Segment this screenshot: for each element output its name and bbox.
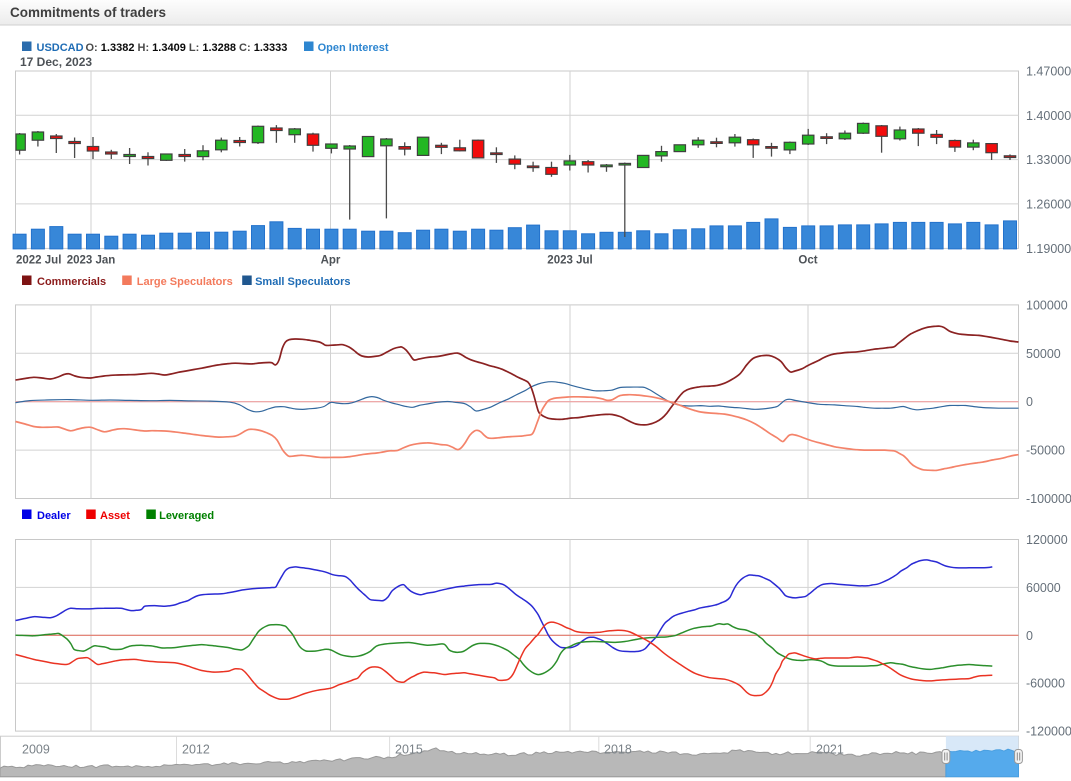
svg-text:0: 0 [1026, 395, 1033, 409]
svg-text:2018: 2018 [604, 743, 632, 757]
svg-text:1.19000: 1.19000 [1026, 242, 1071, 256]
svg-text:50000: 50000 [1026, 347, 1061, 361]
svg-text:1.40000: 1.40000 [1026, 109, 1071, 123]
svg-text:Apr: Apr [321, 255, 341, 267]
svg-text:120000: 120000 [1026, 533, 1068, 547]
svg-text:Dealer: Dealer [37, 510, 71, 522]
svg-text:Asset: Asset [100, 510, 130, 522]
svg-text:-50000: -50000 [1026, 444, 1065, 458]
svg-text:Large Speculators: Large Speculators [137, 276, 233, 288]
svg-text:100000: 100000 [1026, 298, 1068, 312]
svg-text:O: 1.3382 H: 1.3409 L: 1.3288: O: 1.3382 H: 1.3409 L: 1.3288 C: 1.3333 [86, 42, 288, 54]
svg-text:2023 Jan: 2023 Jan [67, 255, 116, 267]
svg-text:Small Speculators: Small Speculators [255, 276, 350, 288]
svg-text:1.47000: 1.47000 [1026, 65, 1071, 79]
svg-text:2023 Jul: 2023 Jul [547, 255, 592, 267]
svg-text:-120000: -120000 [1026, 725, 1071, 739]
svg-text:Commitments of traders: Commitments of traders [10, 5, 166, 20]
svg-text:0: 0 [1026, 629, 1033, 643]
svg-text:17 Dec, 2023: 17 Dec, 2023 [20, 55, 92, 69]
svg-text:Oct: Oct [798, 255, 817, 267]
svg-text:2021: 2021 [816, 743, 844, 757]
svg-text:2015: 2015 [395, 743, 423, 757]
svg-text:2012: 2012 [182, 743, 210, 757]
svg-text:Open Interest: Open Interest [318, 42, 389, 54]
svg-text:Commercials: Commercials [37, 276, 106, 288]
svg-text:USDCAD: USDCAD [37, 42, 84, 54]
svg-text:1.26000: 1.26000 [1026, 197, 1071, 211]
svg-text:-60000: -60000 [1026, 677, 1065, 691]
svg-text:2009: 2009 [22, 743, 50, 757]
svg-text:Leveraged: Leveraged [159, 510, 214, 522]
svg-text:60000: 60000 [1026, 581, 1061, 595]
svg-text:1.33000: 1.33000 [1026, 153, 1071, 167]
svg-text:-100000: -100000 [1026, 492, 1071, 506]
svg-text:2022 Jul: 2022 Jul [16, 255, 61, 267]
